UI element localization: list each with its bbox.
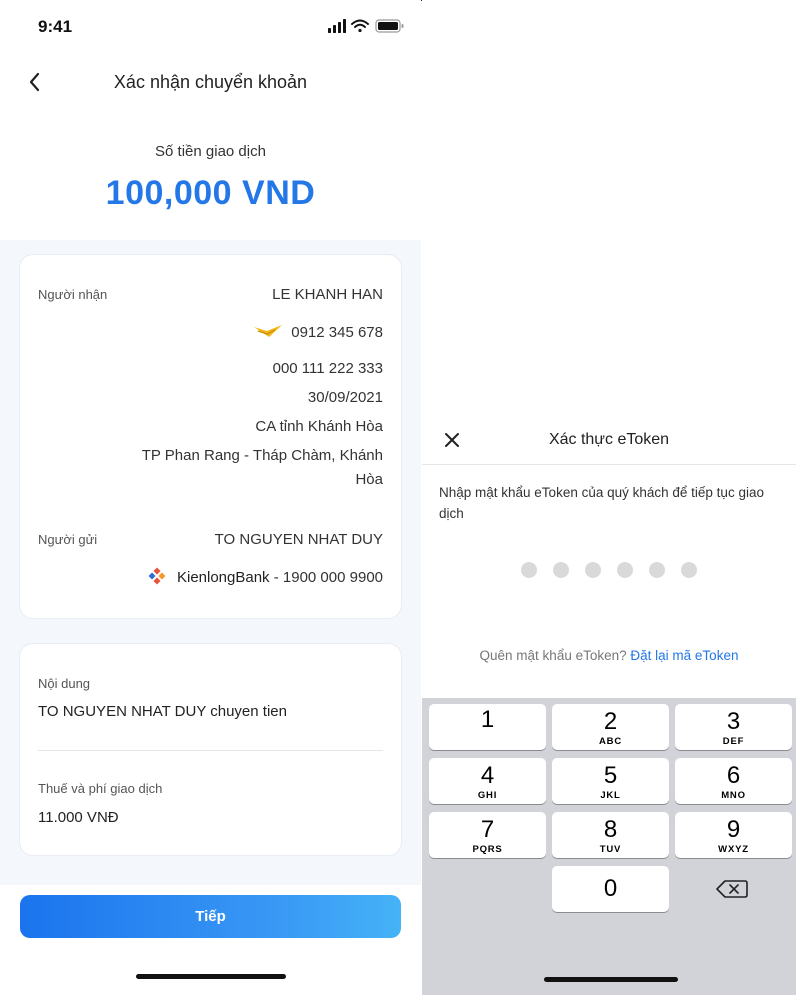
transaction-details-card: Nội dung TO NGUYEN NHAT DUY chuyen tien …: [19, 643, 402, 856]
parties-card: Người nhận LE KHANH HAN 0912 345 678 000…: [19, 254, 402, 619]
pin-input[interactable]: [521, 562, 697, 578]
recipient-issue-date: 30/09/2021: [307, 389, 383, 406]
signal-icon: [328, 19, 346, 33]
recipient-name: LE KHANH HAN: [272, 286, 383, 303]
fee-value: 11.000 VNĐ: [38, 809, 119, 826]
page-title: Xác nhận chuyển khoản: [113, 72, 308, 92]
pin-dot: [617, 562, 633, 578]
content-label: Nội dung: [38, 676, 91, 691]
key-5[interactable]: 5 JKL: [552, 758, 669, 804]
recipient-issued-by: CA tỉnh Khánh Hòa: [255, 418, 383, 435]
recipient-label: Người nhận: [38, 287, 108, 302]
pin-dot: [681, 562, 697, 578]
recipient-address-line1: TP Phan Rang - Tháp Chàm, Khánh: [141, 447, 383, 464]
delete-key[interactable]: [675, 866, 792, 912]
recipient-address-line2: Hòa: [355, 471, 383, 488]
pin-dot: [649, 562, 665, 578]
key-3[interactable]: 3 DEF: [675, 704, 792, 750]
reset-etoken-link[interactable]: Đặt lại mã eToken: [630, 648, 738, 663]
key-7[interactable]: 7 PQRS: [429, 812, 546, 858]
home-indicator: [136, 974, 286, 979]
forgot-text: Quên mật khẩu eToken?: [479, 648, 627, 663]
status-time: 9:41: [38, 17, 73, 36]
etoken-title: Xác thực eToken: [548, 431, 670, 448]
recipient-phone: 0912 345 678: [291, 324, 383, 341]
kienlongbank-logo-icon: [148, 567, 166, 585]
sender-label: Người gửi: [38, 532, 98, 547]
viettelpost-logo-icon: [254, 325, 283, 337]
backspace-icon: [716, 880, 748, 898]
pin-dot: [521, 562, 537, 578]
sender-hotline: - 1900 000 9900: [273, 569, 383, 586]
fee-label: Thuế và phí giao dịch: [38, 781, 163, 796]
amount-value: 100,000 VND: [105, 174, 316, 212]
details-divider: [38, 750, 383, 751]
forgot-row: Quên mật khẩu eToken? Đặt lại mã eToken: [422, 648, 796, 663]
etoken-screen: Xác thực eToken Nhập mật khẩu eToken của…: [422, 0, 796, 995]
etoken-instruction: Nhập mật khẩu eToken của quý khách để ti…: [439, 485, 764, 521]
status-icons: [328, 19, 404, 33]
sender-name: TO NGUYEN NHAT DUY: [214, 531, 383, 548]
key-8[interactable]: 8 TUV: [552, 812, 669, 858]
etoken-header-divider: [422, 464, 796, 465]
battery-icon: [375, 19, 404, 33]
recipient-phone-row: 0912 345 678: [253, 323, 383, 341]
next-button[interactable]: Tiếp: [20, 895, 401, 938]
numeric-keypad: 1 2 ABC 3 DEF 4 GHI 5 JKL 6 MNO 7 PQRS 8…: [422, 698, 796, 995]
home-indicator: [544, 977, 678, 982]
recipient-id-number: 000 111 222 333: [272, 360, 383, 377]
key-2[interactable]: 2 ABC: [552, 704, 669, 750]
key-1[interactable]: 1: [429, 704, 546, 750]
sender-bank: KienlongBank: [176, 569, 270, 586]
pin-dot: [585, 562, 601, 578]
wifi-icon: [351, 19, 369, 33]
key-9[interactable]: 9 WXYZ: [675, 812, 792, 858]
key-4[interactable]: 4 GHI: [429, 758, 546, 804]
transfer-confirm-screen: 9:41 Xác nhận chuyển khoản Số tiền giao …: [0, 0, 421, 995]
sender-bank-row: KienlongBank - 1900 000 9900: [147, 566, 383, 586]
content-value: TO NGUYEN NHAT DUY chuyen tien: [38, 703, 287, 720]
key-0[interactable]: 0: [552, 866, 669, 912]
amount-label: Số tiền giao dịch: [155, 143, 266, 160]
pin-dot: [553, 562, 569, 578]
key-6[interactable]: 6 MNO: [675, 758, 792, 804]
